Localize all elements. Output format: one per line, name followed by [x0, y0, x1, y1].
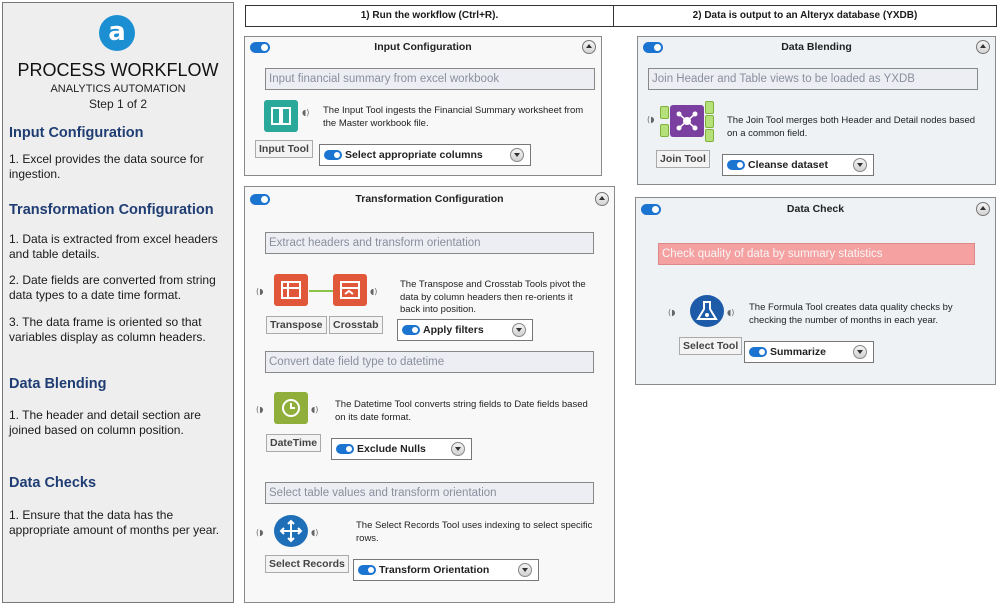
- select-records-tool-icon[interactable]: [274, 515, 308, 547]
- toggle-icon: [727, 160, 745, 170]
- process-summary-panel: a PROCESS WORKFLOW ANALYTICS AUTOMATION …: [2, 2, 234, 603]
- collapse-icon[interactable]: [595, 192, 609, 206]
- panel-step: Step 1 of 2: [88, 97, 148, 111]
- select-records-tool-label: Select Records: [265, 555, 349, 573]
- container-title: Data Blending: [781, 41, 852, 53]
- toggle-icon: [358, 565, 376, 575]
- crosstab-tool-icon[interactable]: [333, 274, 367, 306]
- join-tool-icon[interactable]: [670, 105, 704, 137]
- output-connector-icon: ◖): [370, 287, 378, 296]
- left-anchor-icon: [660, 106, 669, 119]
- container-title: Input Configuration: [374, 41, 472, 53]
- workflow-canvas: a PROCESS WORKFLOW ANALYTICS AUTOMATION …: [0, 0, 1000, 606]
- toggle-icon: [336, 444, 354, 454]
- toggle-icon: [749, 347, 767, 357]
- toggle-icon: [324, 150, 342, 160]
- section-text: 1. Data is extracted from excel headers …: [9, 232, 218, 261]
- crosstab-tool-label: Crosstab: [329, 316, 383, 334]
- join-tool-label: Join Tool: [656, 150, 710, 168]
- tool-description: The Join Tool merges both Header and Det…: [727, 115, 976, 139]
- comment-banner: Input financial summary from excel workb…: [265, 68, 595, 90]
- select-tool-label: Select Tool: [679, 337, 743, 355]
- panel-title: PROCESS WORKFLOW: [17, 60, 219, 80]
- transformation-configuration-container: Transformation Configuration Extract hea…: [244, 186, 615, 603]
- collapse-icon[interactable]: [976, 40, 990, 54]
- output-connector-icon: ◖): [727, 308, 735, 317]
- input-connector-icon: (◗: [256, 287, 264, 296]
- chevron-down-icon: [853, 345, 867, 359]
- tool-description: The Formula Tool creates data quality ch…: [749, 302, 953, 326]
- input-tool-icon[interactable]: [264, 100, 298, 132]
- exclude-nulls-dropdown[interactable]: Exclude Nulls: [331, 438, 472, 460]
- input-connector-icon: (◗: [256, 405, 264, 414]
- section-text: 2. Date fields are converted from string…: [9, 273, 216, 302]
- section-text: 1. The header and detail section are joi…: [9, 408, 201, 437]
- container-title: Data Check: [786, 203, 845, 215]
- select-columns-dropdown[interactable]: Select appropriate columns: [319, 144, 531, 166]
- step-2-header: 2) Data is output to an Alteryx database…: [614, 5, 997, 27]
- input-connector-icon: (◗: [256, 528, 264, 537]
- input-tool-label: Input Tool: [255, 140, 313, 158]
- section-heading-transformation: Transformation Configuration: [9, 202, 214, 218]
- comment-banner: Select table values and transform orient…: [265, 482, 594, 504]
- collapse-icon[interactable]: [582, 40, 596, 54]
- data-check-container: Data Check Check quality of data by summ…: [635, 197, 996, 385]
- tool-description: The Datetime Tool converts string fields…: [335, 399, 588, 423]
- join-output-icon: [705, 115, 714, 128]
- section-text: 3. The data frame is oriented so that va…: [9, 315, 206, 344]
- tool-description: The Input Tool ingests the Financial Sum…: [323, 105, 584, 129]
- section-heading-blending: Data Blending: [9, 376, 107, 392]
- summarize-dropdown[interactable]: Summarize: [744, 341, 874, 363]
- output-connector-icon: ◖): [302, 108, 310, 117]
- connection-line: [309, 290, 333, 292]
- chevron-down-icon: [853, 158, 867, 172]
- output-connector-icon: ◖): [311, 405, 319, 414]
- data-blending-container: Data Blending Join Header and Table view…: [637, 36, 996, 185]
- toggle-icon: [402, 325, 420, 335]
- join-left-output-icon: [705, 101, 714, 114]
- section-heading-checks: Data Checks: [9, 475, 97, 491]
- section-heading-input: Input Configuration: [9, 125, 144, 141]
- formula-tool-icon[interactable]: [690, 295, 724, 327]
- datetime-tool-label: DateTime: [266, 434, 322, 452]
- step-1-header: 1) Run the workflow (Ctrl+R).: [245, 5, 614, 27]
- comment-banner: Join Header and Table views to be loaded…: [648, 68, 978, 90]
- input-configuration-container: Input Configuration Input financial summ…: [244, 36, 602, 176]
- comment-banner: Convert date field type to datetime: [265, 351, 594, 373]
- tool-description: The Transpose and Crosstab Tools pivot t…: [400, 279, 586, 315]
- transform-orientation-dropdown[interactable]: Transform Orientation: [353, 559, 539, 581]
- container-title: Transformation Configuration: [355, 193, 504, 205]
- right-anchor-icon: [660, 124, 669, 137]
- tool-description: The Select Records Tool uses indexing to…: [356, 520, 593, 544]
- datetime-tool-icon[interactable]: [274, 392, 308, 424]
- input-connector-icon: (◗: [647, 115, 655, 124]
- apply-filters-dropdown[interactable]: Apply filters: [397, 319, 533, 341]
- chevron-down-icon: [512, 323, 526, 337]
- chevron-down-icon: [451, 442, 465, 456]
- output-connector-icon: ◖): [311, 528, 319, 537]
- transpose-tool-label: Transpose: [266, 316, 327, 334]
- panel-subtitle: ANALYTICS AUTOMATION: [50, 83, 186, 95]
- section-text: 1. Excel provides the data source for in…: [9, 152, 204, 181]
- comment-banner: Check quality of data by summary statist…: [658, 243, 975, 265]
- chevron-down-icon: [518, 563, 532, 577]
- collapse-icon[interactable]: [976, 202, 990, 216]
- alteryx-logo-icon: a: [99, 15, 135, 51]
- section-text: 1. Ensure that the data has the appropri…: [9, 508, 220, 537]
- chevron-down-icon: [510, 148, 524, 162]
- transpose-tool-icon[interactable]: [274, 274, 308, 306]
- comment-banner: Extract headers and transform orientatio…: [265, 232, 594, 254]
- join-right-output-icon: [705, 129, 714, 142]
- cleanse-dataset-dropdown[interactable]: Cleanse dataset: [722, 154, 874, 176]
- input-connector-icon: (◗: [668, 308, 676, 317]
